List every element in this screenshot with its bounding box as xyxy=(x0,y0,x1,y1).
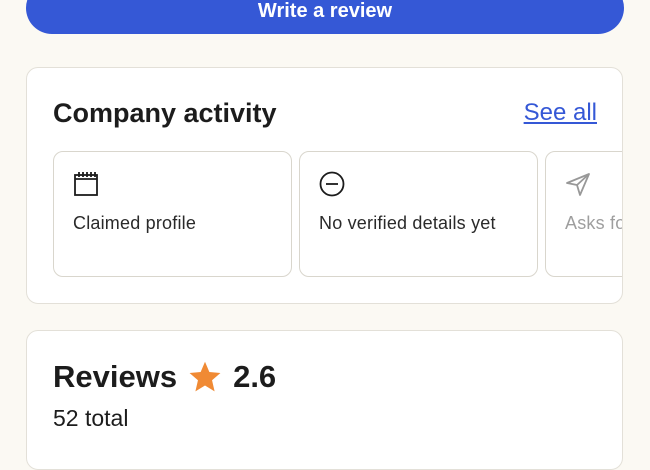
activity-tile-verified[interactable]: No verified details yet xyxy=(299,151,538,277)
company-activity-card: Company activity See all Claimed profile… xyxy=(26,67,623,304)
rating-value: 2.6 xyxy=(233,359,277,394)
calendar-icon xyxy=(74,172,98,196)
activity-tiles: Claimed profile No verified details yet … xyxy=(53,151,622,278)
reviews-header: Reviews 2.6 xyxy=(53,359,276,395)
write-review-button[interactable]: Write a review xyxy=(26,0,624,34)
star-icon xyxy=(189,361,221,392)
activity-tile-claimed[interactable]: Claimed profile xyxy=(53,151,292,277)
see-all-link[interactable]: See all xyxy=(524,99,597,127)
company-activity-title: Company activity xyxy=(53,98,277,128)
activity-tile-label: Asks for positive xyxy=(565,213,622,233)
activity-tile-label: Claimed profile xyxy=(73,213,197,233)
send-icon xyxy=(566,173,590,196)
reviews-title: Reviews xyxy=(53,359,178,394)
activity-tile-label: No verified details yet xyxy=(319,213,496,233)
minus-circle-icon xyxy=(319,171,345,197)
activity-tile-asks[interactable]: Asks for positive xyxy=(545,151,622,277)
reviews-card: Reviews 2.6 52 total xyxy=(26,330,623,470)
reviews-total: 52 total xyxy=(53,405,129,431)
